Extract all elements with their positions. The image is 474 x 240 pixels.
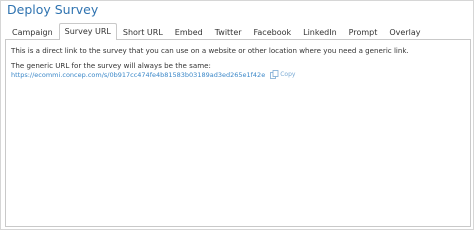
survey-url-link[interactable]: https://ecommi.concep.com/s/0b917cc474fe…: [11, 71, 265, 79]
tab-overlay[interactable]: Overlay: [383, 24, 426, 40]
tab-survey-url[interactable]: Survey URL: [58, 23, 117, 40]
generic-url-label: The generic URL for the survey will alwa…: [11, 61, 211, 70]
tab-facebook[interactable]: Facebook: [248, 24, 298, 40]
copy-icon: [270, 70, 279, 79]
dialog-title: Deploy Survey: [7, 2, 99, 17]
tab-linkedin[interactable]: LinkedIn: [297, 24, 343, 40]
tab-twitter[interactable]: Twitter: [209, 24, 248, 40]
tab-embed[interactable]: Embed: [169, 24, 209, 40]
tab-prompt[interactable]: Prompt: [343, 24, 384, 40]
tab-campaign[interactable]: Campaign: [6, 24, 59, 40]
copy-label: Copy: [280, 71, 296, 78]
tab-short-url[interactable]: Short URL: [117, 24, 169, 40]
deploy-survey-dialog: Deploy Survey Campaign Survey URL Short …: [0, 0, 474, 230]
copy-button[interactable]: Copy: [270, 70, 295, 79]
tab-bar: Campaign Survey URL Short URL Embed Twit…: [6, 23, 426, 40]
url-row: https://ecommi.concep.com/s/0b917cc474fe…: [11, 70, 295, 79]
survey-url-panel: This is a direct link to the survey that…: [5, 39, 471, 227]
intro-text: This is a direct link to the survey that…: [11, 46, 409, 55]
